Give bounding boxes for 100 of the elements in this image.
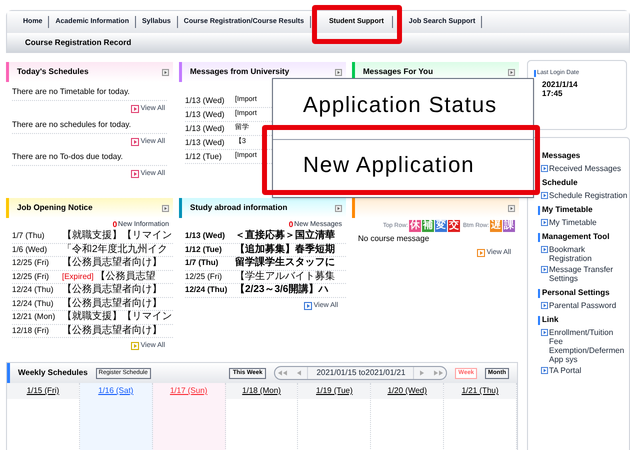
day-header[interactable]: 1/18 (Mon) bbox=[226, 383, 298, 399]
panel-toggle-icon[interactable] bbox=[508, 68, 515, 76]
day-header[interactable]: 1/19 (Tue) bbox=[298, 383, 370, 399]
sidebar-link[interactable]: Enrollment/Tuition Fee Exemption/Defermen App sys bbox=[549, 328, 629, 364]
arrow-icon bbox=[130, 105, 139, 114]
arrow-icon bbox=[541, 246, 548, 253]
message-date: 1/13 (Wed) bbox=[185, 94, 226, 106]
sidebar-link[interactable]: Message Transfer Settings bbox=[549, 265, 629, 283]
panel-title: Messages from University bbox=[190, 66, 290, 78]
panel-toggle-icon[interactable] bbox=[335, 68, 342, 76]
sidebar-heading: Messages bbox=[542, 150, 580, 162]
notice-date: 12/21 (Mon) bbox=[12, 311, 56, 324]
notice-date: 12/25 (Fri) bbox=[185, 270, 223, 283]
day-header[interactable]: 1/20 (Wed) bbox=[371, 383, 444, 399]
category-badge: 交 bbox=[448, 220, 460, 232]
schedule-message: There are no schedules for today. bbox=[12, 118, 167, 134]
notice-link[interactable]: 【就職支援】【リマイン bbox=[62, 230, 172, 242]
panel-title: Messages For You bbox=[363, 66, 433, 78]
notice-link[interactable]: 【公務員志望者向け】 bbox=[62, 298, 162, 310]
message-date: 1/13 (Wed) bbox=[185, 136, 226, 148]
arrow-icon bbox=[541, 219, 548, 226]
message-date: 1/13 (Wed) bbox=[185, 108, 226, 120]
panel-title: Study abroad information bbox=[190, 202, 288, 214]
sidebar-heading: Management Tool bbox=[542, 231, 610, 243]
empty-message: No course message bbox=[357, 233, 430, 245]
panel-toggle-icon[interactable] bbox=[162, 68, 169, 76]
panel-title: Job Opening Notice bbox=[17, 202, 93, 214]
arrow-icon bbox=[541, 302, 548, 309]
notice-link[interactable]: 【公務員志望者向け】 bbox=[62, 284, 162, 296]
notice-date: 12/24 (Thu) bbox=[12, 284, 54, 296]
notice-date: 12/25 (Fri) bbox=[12, 257, 50, 270]
category-badge: 変 bbox=[434, 220, 447, 232]
sidebar-heading: Link bbox=[542, 314, 558, 326]
nav-link[interactable]: Course Registration Record bbox=[17, 36, 140, 48]
notice-date: 12/18 (Fri) bbox=[12, 324, 50, 337]
notice-link[interactable]: 【就職支援】【リマイン bbox=[62, 311, 172, 324]
arrow-icon bbox=[476, 249, 485, 258]
notice-link[interactable]: 【学生アルバイト募集 bbox=[235, 270, 335, 283]
arrow-icon bbox=[304, 302, 312, 310]
last-login-date: 2021/1/14 bbox=[541, 79, 579, 89]
new-count: 0 bbox=[288, 219, 294, 231]
new-count: 0 bbox=[112, 219, 118, 230]
sidebar-heading: Schedule bbox=[542, 177, 578, 189]
arrow-icon bbox=[130, 138, 139, 146]
notice-link[interactable]: 【追加募集】春季短期 bbox=[235, 244, 335, 256]
sidebar-link[interactable]: Bookmark Registration bbox=[549, 245, 629, 263]
category-badge: 遅 bbox=[490, 220, 502, 232]
notice-link[interactable]: 【公務員志望 bbox=[96, 270, 156, 283]
panel-toggle-icon[interactable] bbox=[335, 204, 342, 212]
message-date: 1/12 (Tue) bbox=[185, 150, 223, 162]
date-range: 2021/01/15 to2021/01/21 bbox=[307, 367, 414, 379]
notice-link[interactable]: 「令和2年度北九州イク bbox=[62, 244, 168, 256]
notice-date: 12/24 (Thu) bbox=[185, 284, 228, 296]
notice-link[interactable]: 【2/23～3/6開講】ハ bbox=[235, 284, 328, 296]
notice-link[interactable]: 【公務員志望者向け】 bbox=[62, 257, 162, 270]
panel-title: Weekly Schedules bbox=[18, 367, 88, 379]
arrow-icon bbox=[541, 329, 548, 336]
arrow-icon bbox=[130, 170, 139, 178]
sidebar-heading: Personal Settings bbox=[542, 287, 610, 299]
category-badge: 課 bbox=[503, 220, 515, 232]
notice-date: 1/6 (Wed) bbox=[12, 244, 48, 256]
last-login-time: 17:45 bbox=[541, 89, 564, 98]
sidebar-link[interactable]: Received Messages bbox=[549, 164, 629, 173]
notice-link[interactable]: 【公務員志望者向け】 bbox=[62, 324, 162, 337]
schedule-message: There are no To-dos due today. bbox=[12, 151, 167, 166]
notice-date: 1/7 (Thu) bbox=[12, 230, 46, 242]
sidebar-link[interactable]: Schedule Registration bbox=[549, 191, 629, 200]
arrow-icon bbox=[541, 266, 548, 273]
label-marker bbox=[534, 70, 536, 77]
sidebar-link[interactable]: TA Portal bbox=[549, 366, 629, 375]
notice-date: 1/7 (Thu) bbox=[185, 257, 220, 270]
arrow-icon bbox=[130, 342, 139, 350]
panel-title: Today's Schedules bbox=[17, 66, 89, 78]
notice-date: 12/25 (Fri) bbox=[12, 270, 50, 283]
sidebar-link[interactable]: Parental Password bbox=[549, 301, 629, 310]
section-marker bbox=[538, 206, 540, 214]
notice-link[interactable]: ＜直接応募＞国立清華 bbox=[235, 230, 335, 242]
expired-tag: [Expired] bbox=[62, 270, 94, 283]
panel-toggle-icon[interactable] bbox=[162, 204, 169, 212]
arrow-icon bbox=[541, 192, 548, 199]
arrow-icon bbox=[541, 367, 548, 374]
category-badge: 休 bbox=[408, 220, 421, 232]
schedule-message: There are no Timetable for today. bbox=[12, 86, 167, 101]
section-marker bbox=[538, 288, 540, 298]
notice-date: 12/24 (Thu) bbox=[12, 298, 54, 310]
day-header[interactable]: 1/21 (Thu) bbox=[444, 383, 516, 399]
menu-item[interactable]: Application Status bbox=[273, 79, 533, 129]
notice-date: 1/13 (Wed) bbox=[185, 230, 226, 242]
day-header[interactable]: 1/15 (Fri) bbox=[7, 383, 79, 399]
notice-date: 1/12 (Tue) bbox=[185, 244, 223, 256]
sidebar-heading: My Timetable bbox=[542, 204, 593, 216]
arrow-icon bbox=[541, 165, 548, 172]
panel-toggle-icon[interactable] bbox=[508, 204, 515, 212]
message-date: 1/13 (Wed) bbox=[185, 122, 226, 134]
section-marker bbox=[538, 232, 540, 242]
section-marker bbox=[538, 316, 540, 324]
menu-item[interactable]: New Application bbox=[273, 139, 533, 189]
sidebar-link[interactable]: My Timetable bbox=[549, 218, 629, 227]
category-badge: 補 bbox=[422, 220, 434, 232]
notice-link[interactable]: 留学課学生スタッフに bbox=[235, 257, 335, 270]
